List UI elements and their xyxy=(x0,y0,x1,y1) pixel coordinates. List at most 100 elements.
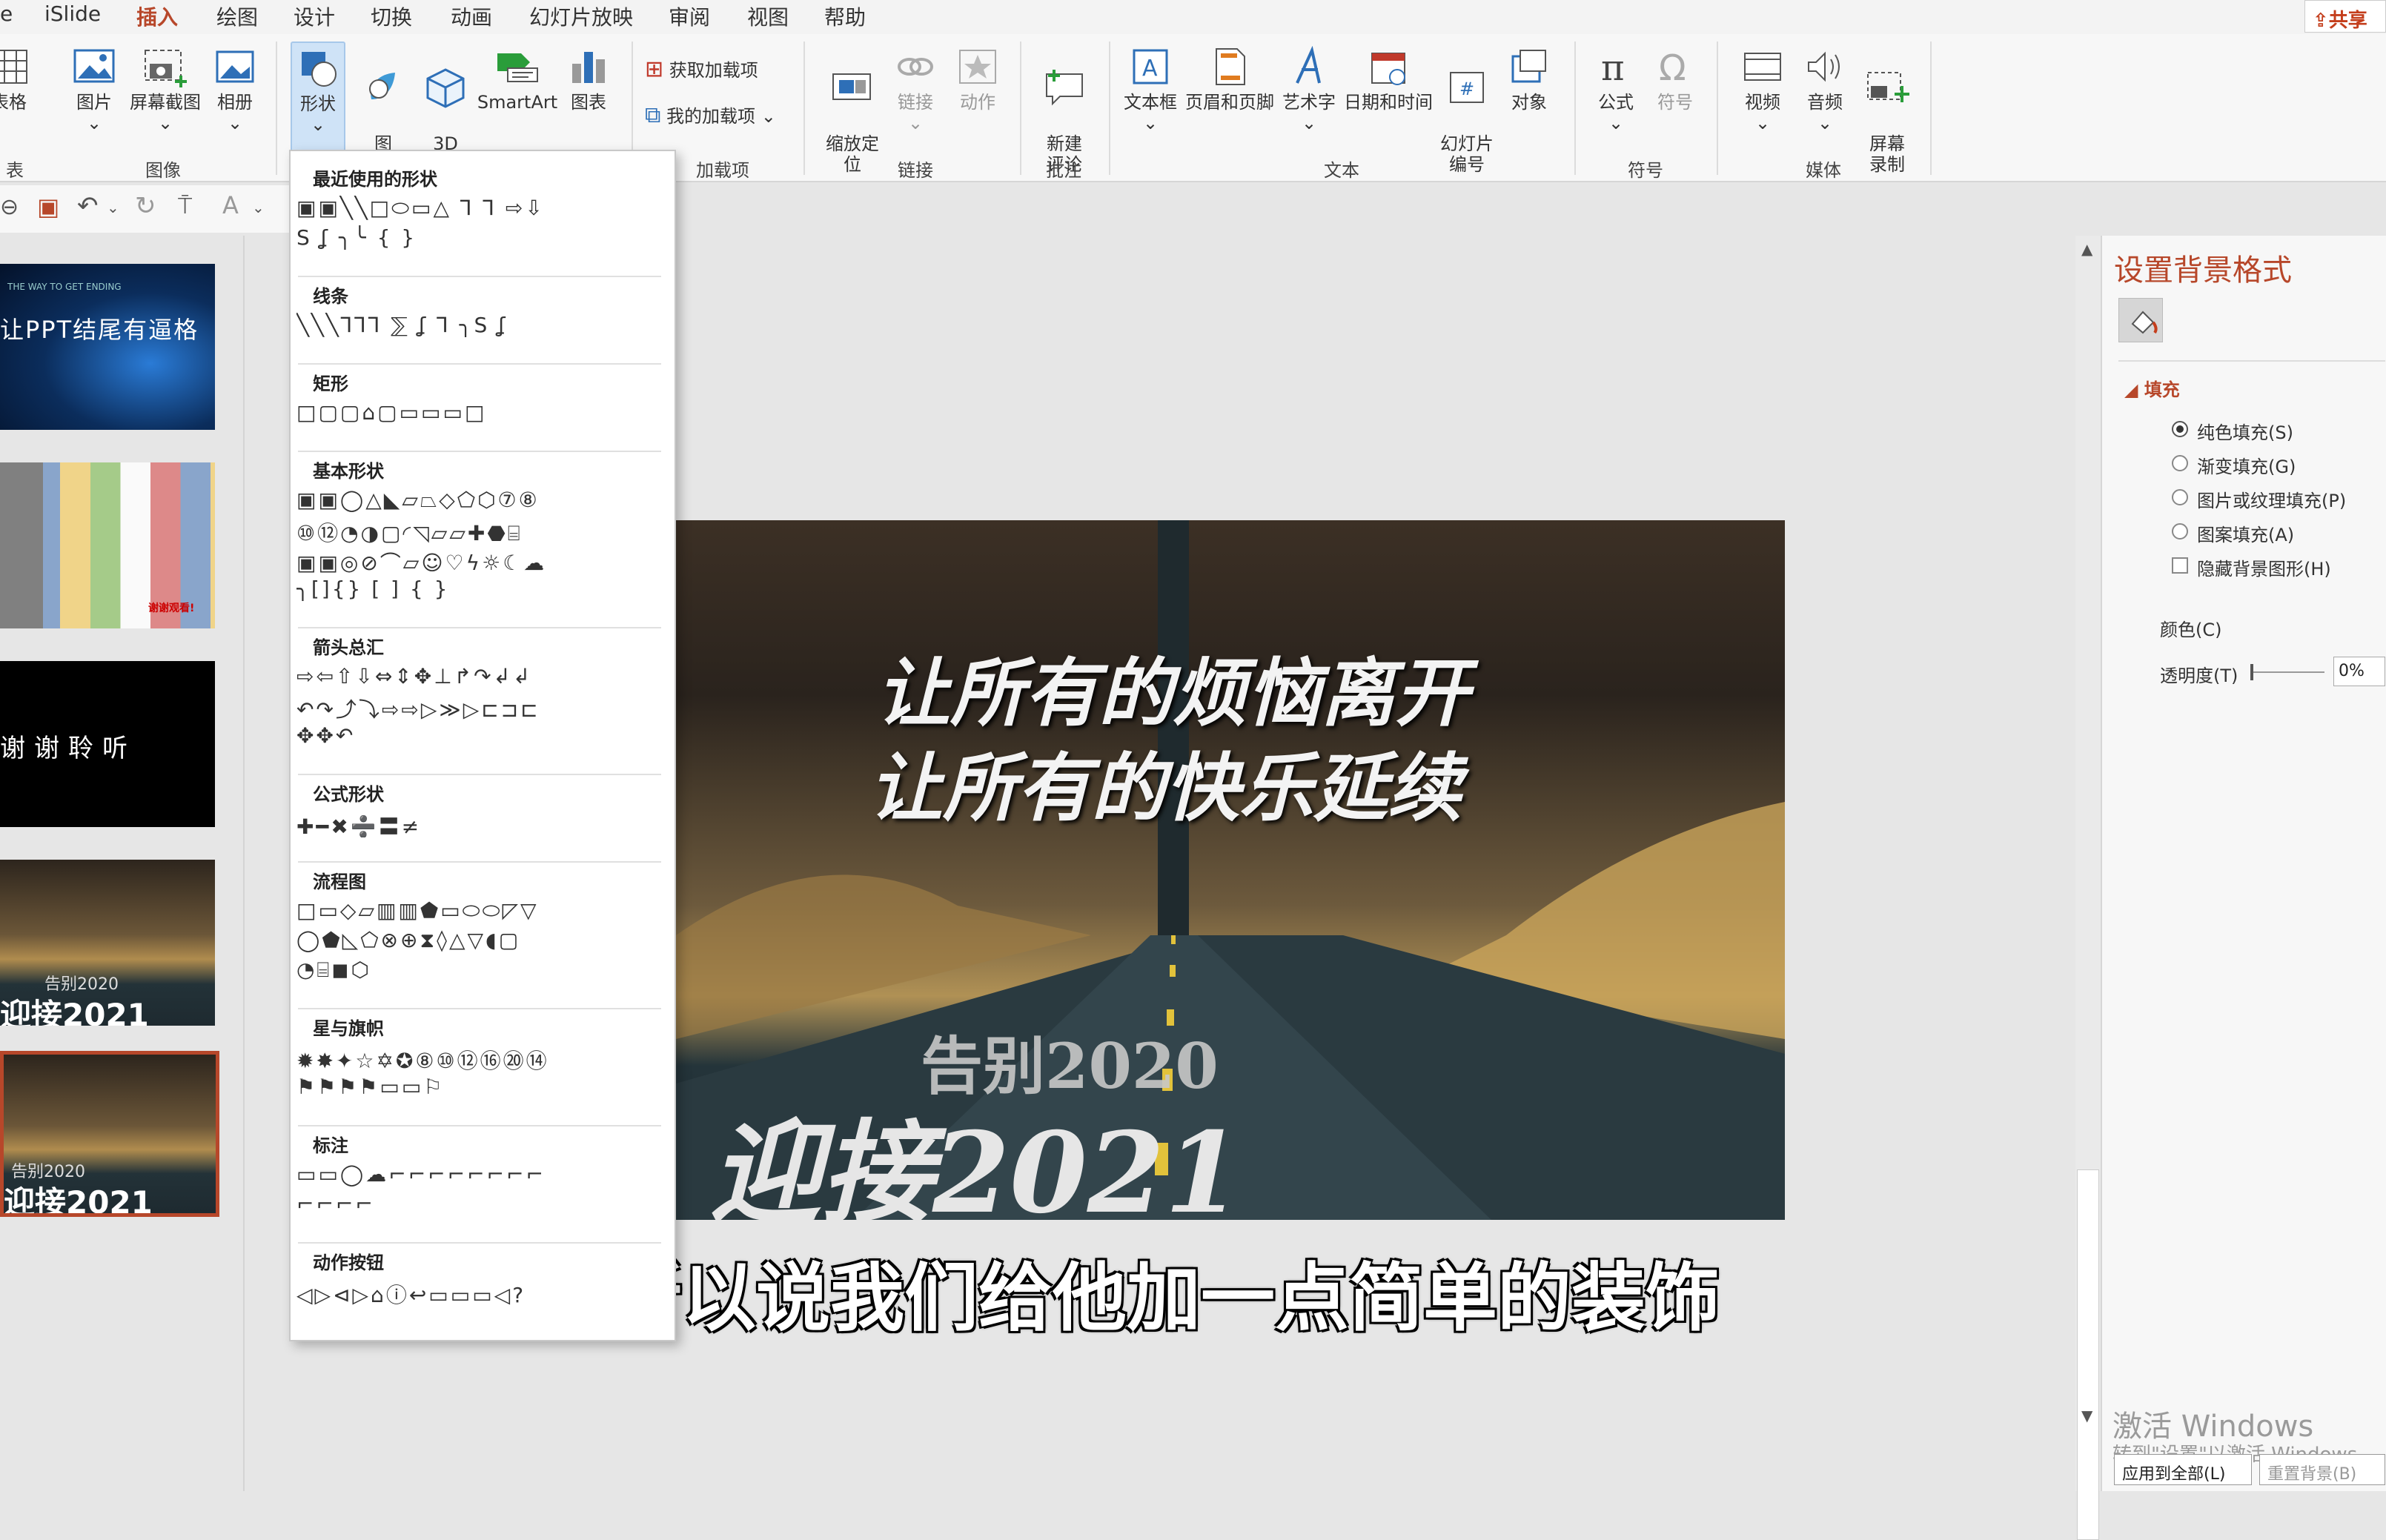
slide-thumbnail-1[interactable]: THE WAY TO GET ENDING 让PPT结尾有逼格 xyxy=(0,264,215,430)
shape-icon-row[interactable]: ▣▣◯△◣▱⏢◇⬠⬡⑦⑧ xyxy=(296,488,667,514)
solid-fill-label[interactable]: 纯色填充(S) xyxy=(2197,418,2293,444)
transparency-input[interactable]: 0% xyxy=(2333,657,2385,686)
video-button[interactable]: 视频 ⌄ xyxy=(1734,46,1791,133)
fill-category-button[interactable] xyxy=(2118,298,2163,342)
fill-section-header[interactable]: ◢ 填充 xyxy=(2124,375,2180,401)
pattern-fill-label[interactable]: 图案填充(A) xyxy=(2197,520,2294,546)
link-button[interactable]: 链接 ⌄ xyxy=(889,46,941,133)
undo-icon[interactable]: ↶ xyxy=(77,191,99,221)
shape-icon-row[interactable]: ⇨⇦⇧⇩⇔⇕✥⊥↱↷↲↲ xyxy=(296,664,667,691)
format-background-pane: 设置背景格式 ◢ 填充 纯色填充(S) 渐变填充(G) 图片或纹理填充(P) 图… xyxy=(2101,236,2386,1491)
chart-button[interactable]: 图表 xyxy=(565,46,612,113)
table-button[interactable]: 表格 xyxy=(0,46,30,113)
object-button[interactable]: 对象 xyxy=(1500,46,1558,113)
textbox-button[interactable]: A 文本框 ⌄ xyxy=(1121,46,1180,133)
pattern-fill-radio[interactable] xyxy=(2172,523,2188,540)
pictures-button[interactable]: 图片 ⌄ xyxy=(68,46,120,133)
shape-icon-row[interactable]: ↶↷⤴⤵⇨⇨▷≫▷⊏⊐⊏ xyxy=(296,694,667,720)
action-button[interactable]: 动作 xyxy=(952,46,1004,113)
shapes-gallery-dropdown[interactable]: 最近使用的形状 ▣▣╲╲□⬭▭△ ⅂ ⅂ ⇨⇩ Ѕ ʆ ╮╰ { } 线条 ╲╲╲⅂⅂⅂… xyxy=(289,150,676,1341)
omega-icon: Ω xyxy=(1659,47,1686,87)
equation-button[interactable]: π 公式 ⌄ xyxy=(1588,46,1644,133)
smartart-button[interactable]: SmartArt xyxy=(474,46,560,113)
header-footer-button[interactable]: 页眉和页脚 xyxy=(1183,46,1276,113)
transparency-slider[interactable] xyxy=(2250,664,2324,680)
collapse-triangle-icon: ◢ xyxy=(2124,379,2144,400)
shape-icon-row[interactable]: ◯⬟◺⬠⊗⊕⧗◊△▽◖▢ xyxy=(296,928,667,955)
tab-islide[interactable]: iSlide xyxy=(44,1,101,26)
autosave-icon[interactable]: ⊖ xyxy=(0,194,19,220)
redo-icon[interactable]: ↻ xyxy=(135,191,156,221)
gradient-fill-label[interactable]: 渐变填充(G) xyxy=(2197,452,2296,478)
slide-thumbnail-5-selected[interactable]: 告别2020 迎接2021 xyxy=(0,1051,219,1217)
tab-draw[interactable]: 绘图 xyxy=(216,1,258,31)
slide-thumbnail-3[interactable]: 谢谢聆听 xyxy=(0,661,215,827)
shape-icon-row[interactable]: ⑩⑫◔◑▢◜◹▱▱✚⬣⌸ xyxy=(296,517,667,544)
date-time-button[interactable]: 日期和时间 xyxy=(1340,46,1436,113)
my-addins-button[interactable]: ⧉ 我的加载项 ⌄ xyxy=(645,104,776,127)
audio-button[interactable]: 音频 ⌄ xyxy=(1797,46,1853,133)
undo-dropdown-icon[interactable]: ⌄ xyxy=(107,199,119,216)
screenshot-button[interactable]: 屏幕截图 ⌄ xyxy=(126,46,205,133)
zoom-icon xyxy=(832,73,871,100)
shape-icon-row[interactable]: ╲╲╲⅂⅂⅂ ⅀ ʆ ⅂ ╮Ѕ ʆ xyxy=(296,313,667,339)
tab-view[interactable]: 视图 xyxy=(747,1,789,31)
get-addins-button[interactable]: ⊞ 获取加载项 xyxy=(645,59,758,82)
tab-insert[interactable]: 插入 xyxy=(136,1,179,38)
scroll-up-icon[interactable]: ▲ xyxy=(2081,240,2092,258)
presenter-icon[interactable]: ⍑ xyxy=(178,191,192,220)
reset-background-button[interactable]: 重置背景(B) xyxy=(2259,1454,2385,1485)
shape-icon-row[interactable]: ╮[]{} [ ] { } xyxy=(296,577,667,603)
save-icon[interactable]: ▣ xyxy=(37,193,59,221)
shape-icon-row[interactable]: ▣▣◎⊘⌒▱☺♡ϟ☼☾☁ xyxy=(296,547,667,574)
tab-help[interactable]: 帮助 xyxy=(824,1,866,31)
picture-fill-radio[interactable] xyxy=(2172,489,2188,505)
picture-fill-label[interactable]: 图片或纹理填充(P) xyxy=(2197,486,2346,512)
shape-icon-row[interactable]: □▢▢⌂▢▭▭▭□ xyxy=(296,400,667,427)
slide-number-button[interactable]: # 幻灯片 编号 xyxy=(1438,46,1496,196)
separator xyxy=(1717,42,1718,175)
solid-fill-radio[interactable] xyxy=(2172,421,2188,437)
hide-background-label[interactable]: 隐藏背景图形(H) xyxy=(2197,554,2331,580)
shape-icon-row[interactable]: ⌐⌐⌐⌐ xyxy=(296,1192,667,1218)
font-color-dropdown-icon[interactable]: ⌄ xyxy=(252,199,265,216)
symbol-button[interactable]: Ω 符号 xyxy=(1647,46,1703,113)
shape-icon-row[interactable]: ◔⌸◼⬡ xyxy=(296,957,667,984)
tab-file-partial[interactable]: e xyxy=(0,1,13,26)
gradient-fill-radio[interactable] xyxy=(2172,455,2188,471)
slide-canvas[interactable]: 让所有的烦恼离开 让所有的快乐延续 告别2020 迎接2021 xyxy=(676,520,1785,1220)
pi-icon: π xyxy=(1601,47,1625,87)
tab-design[interactable]: 设计 xyxy=(294,1,335,31)
shape-icon-row[interactable]: ⚑⚑⚑⚑▭▭⚐ xyxy=(296,1075,667,1101)
group-label-media: 媒体 xyxy=(1806,160,1841,181)
shape-icon-row[interactable]: Ѕ ʆ ╮╰ { } xyxy=(296,225,667,252)
star-action-icon xyxy=(959,50,996,84)
apply-to-all-button[interactable]: 应用到全部(L) xyxy=(2114,1454,2252,1485)
share-icon: ⇪ xyxy=(2313,10,2329,32)
share-button[interactable]: ⇪共享 xyxy=(2304,0,2386,33)
shape-icon-row[interactable]: ◁▷⊲▷⌂ⓘ↩▭▭▭◁? xyxy=(296,1279,667,1306)
shape-icon-row[interactable]: ▣▣╲╲□⬭▭△ ⅂ ⅂ ⇨⇩ xyxy=(296,196,667,222)
screen-recording-button[interactable]: 屏幕 录制 xyxy=(1858,46,1917,196)
film-icon xyxy=(1744,53,1781,81)
shapes-button[interactable]: 形状 ⌄ xyxy=(291,42,345,153)
tab-transitions[interactable]: 切换 xyxy=(371,1,412,31)
shape-icon-row[interactable]: ✚━✖➗〓≠ xyxy=(296,811,667,837)
slide-thumbnail-4[interactable]: 告别2020 迎接2021 xyxy=(0,860,215,1026)
slide-scrollbar[interactable]: ▲ ▼ xyxy=(2075,236,2101,1540)
slide-number-icon: # xyxy=(1450,72,1484,103)
shape-icon-row[interactable]: ✹✸✦☆✡✪⑧⑩⑫⑯⑳⑭ xyxy=(296,1045,667,1072)
scroll-down-icon[interactable]: ▼ xyxy=(2081,1407,2092,1424)
tab-slideshow[interactable]: 幻灯片放映 xyxy=(529,1,633,31)
shape-icon-row[interactable]: ▭▭◯☁⌐⌐⌐⌐⌐⌐⌐⌐ xyxy=(296,1162,667,1189)
shape-icon-row[interactable]: □▭◇▱▥▥⬟▭⬭⬭◸▽ xyxy=(296,898,667,925)
tab-review[interactable]: 审阅 xyxy=(669,1,710,31)
font-color-icon[interactable]: A xyxy=(222,191,239,219)
scroll-thumb[interactable] xyxy=(2077,1169,2099,1540)
hide-background-checkbox[interactable] xyxy=(2172,557,2188,574)
shape-icon-row[interactable]: ✥✥↶ xyxy=(296,723,667,750)
tab-animations[interactable]: 动画 xyxy=(451,1,492,31)
wordart-button[interactable]: 艺术字 ⌄ xyxy=(1279,46,1339,133)
photo-album-button[interactable]: 相册 ⌄ xyxy=(209,46,261,133)
slide-thumbnail-2[interactable]: 谢谢观看! xyxy=(0,462,215,628)
